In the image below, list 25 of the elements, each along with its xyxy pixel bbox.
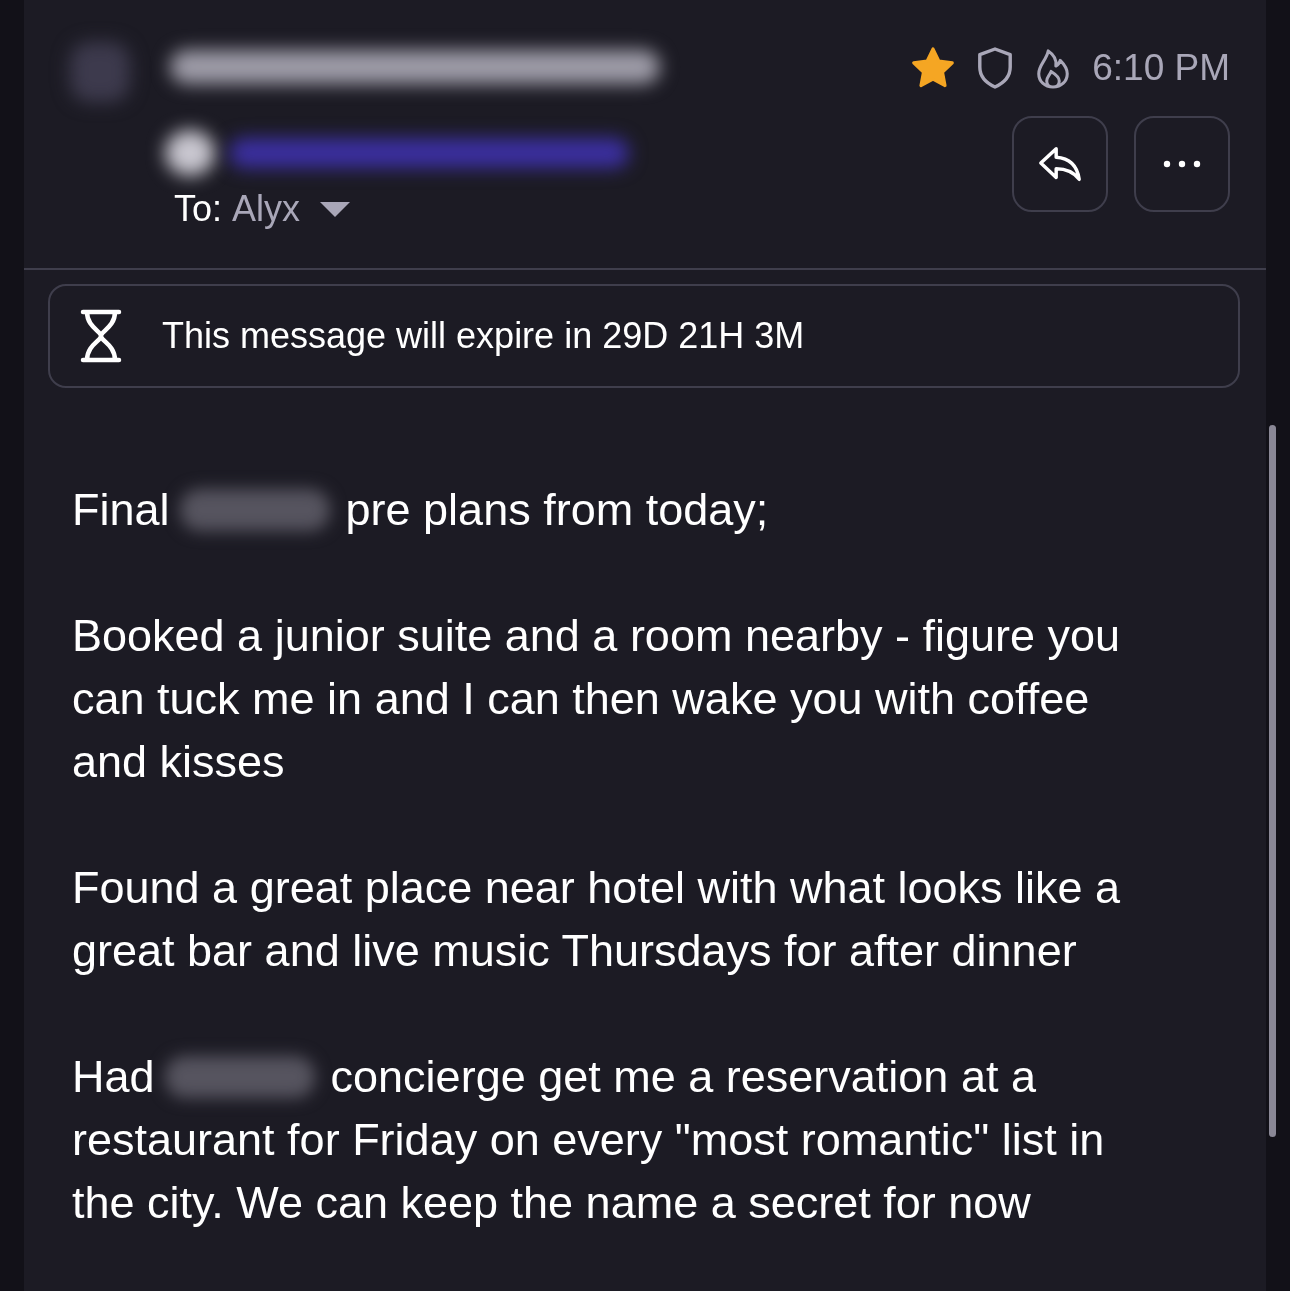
message-text: Found a great place near hotel with what looks like a — [72, 861, 1121, 915]
reply-icon — [1037, 144, 1083, 184]
message-time: 6:10 PM — [1092, 47, 1230, 89]
hourglass-icon — [80, 309, 122, 363]
message-text: great bar and live music Thursdays for after dinner — [72, 924, 1077, 978]
message-text: the city. We can keep the name a secret for now — [72, 1176, 1031, 1230]
shield-icon — [976, 46, 1015, 90]
reply-button[interactable] — [1012, 116, 1108, 212]
expiry-text: This message will expire in 29D 21H 3M — [162, 315, 805, 357]
message-text: and kisses — [72, 735, 285, 789]
blurred-avatar — [70, 42, 130, 102]
message-text: pre plans from today; — [345, 483, 769, 537]
more-icon — [1162, 160, 1202, 168]
caret-icon[interactable] — [318, 199, 353, 219]
scrollbar[interactable] — [1269, 425, 1276, 1137]
message-text: Final — [72, 483, 170, 537]
blurred-icon — [165, 130, 215, 176]
message-text: concierge get me a reservation at a — [330, 1050, 1036, 1104]
star-icon[interactable] — [910, 46, 957, 90]
message-text: Booked a junior suite and a room nearby - figure you — [72, 609, 1121, 663]
to-label: To: — [174, 188, 223, 230]
recipient-dropdown[interactable]: Alyx — [232, 188, 301, 230]
message-text: Had — [72, 1050, 155, 1104]
message-text: can tuck me in and I can then wake you with coffee — [72, 672, 1090, 726]
message-text: restaurant for Friday on every "most romantic" list in — [72, 1113, 1105, 1167]
